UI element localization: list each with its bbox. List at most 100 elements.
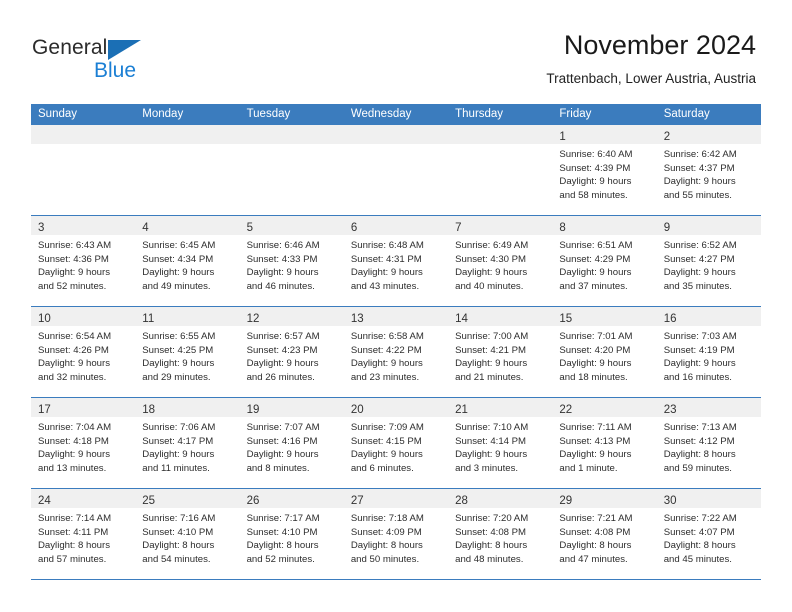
sun-times-block: Sunrise: 6:43 AM Sunset: 4:36 PM Daylight:… <box>31 235 135 293</box>
day-cell-content <box>239 125 344 215</box>
calendar-day-cell[interactable]: 12 Sunrise: 6:57 AM Sunset: 4:23 PM Dayligh… <box>239 306 344 398</box>
calendar-day-cell[interactable]: 30 Sunrise: 7:22 AM Sunset: 4:07 PM Dayligh… <box>656 488 761 580</box>
sun-times-block: Sunrise: 6:55 AM Sunset: 4:25 PM Daylight:… <box>135 326 239 384</box>
calendar-day-cell[interactable]: 3 Sunrise: 6:43 AM Sunset: 4:36 PM Daylight… <box>31 215 136 307</box>
day-number-band: 25 <box>135 489 240 508</box>
day-cell-content: 12 Sunrise: 6:57 AM Sunset: 4:23 PM Dayligh… <box>239 307 344 397</box>
calendar-day-cell[interactable]: 20 Sunrise: 7:09 AM Sunset: 4:15 PM Dayligh… <box>343 397 449 489</box>
calendar-day-cell[interactable]: 24 Sunrise: 7:14 AM Sunset: 4:11 PM Dayligh… <box>31 488 136 580</box>
calendar-day-cell[interactable]: 7 Sunrise: 6:49 AM Sunset: 4:30 PM Daylight… <box>448 215 553 307</box>
day-cell-content: 2 Sunrise: 6:42 AM Sunset: 4:37 PM Daylight… <box>656 125 761 215</box>
day-number-band: 2 <box>656 125 761 144</box>
sun-times-block: Sunrise: 6:57 AM Sunset: 4:23 PM Daylight:… <box>240 326 344 384</box>
daylight-text: and 52 minutes. <box>38 280 107 292</box>
daylight-text: and 16 minutes. <box>663 371 732 383</box>
calendar-day-cell[interactable]: 10 Sunrise: 6:54 AM Sunset: 4:26 PM Dayligh… <box>31 306 136 398</box>
calendar-day-cell[interactable]: 17 Sunrise: 7:04 AM Sunset: 4:18 PM Dayligh… <box>31 397 136 489</box>
daylight-text: Daylight: 8 hours <box>559 540 632 552</box>
sun-times-block: Sunrise: 7:22 AM Sunset: 4:07 PM Daylight:… <box>657 508 761 566</box>
sunset-text: Sunset: 4:27 PM <box>663 253 735 265</box>
daylight-text: and 35 minutes. <box>663 280 732 292</box>
calendar-day-cell[interactable]: 8 Sunrise: 6:51 AM Sunset: 4:29 PM Daylight… <box>552 215 657 307</box>
day-number-band: 18 <box>135 398 240 417</box>
sunrise-text: Sunrise: 6:57 AM <box>246 331 320 342</box>
calendar-day-cell[interactable]: 11 Sunrise: 6:55 AM Sunset: 4:25 PM Dayligh… <box>135 306 240 398</box>
day-number-band: 28 <box>448 489 553 508</box>
daylight-text: Daylight: 9 hours <box>142 358 215 370</box>
day-number-band: 13 <box>343 307 449 326</box>
calendar-day-cell[interactable]: 21 Sunrise: 7:10 AM Sunset: 4:14 PM Dayligh… <box>448 397 553 489</box>
day-cell-content: 29 Sunrise: 7:21 AM Sunset: 4:08 PM Dayligh… <box>552 489 657 579</box>
daylight-text: and 3 minutes. <box>455 462 519 474</box>
calendar-day-cell[interactable]: 5 Sunrise: 6:46 AM Sunset: 4:33 PM Daylight… <box>239 215 344 307</box>
daylight-text: and 55 minutes. <box>663 189 732 201</box>
day-number: 6 <box>350 222 358 234</box>
sunrise-text: Sunrise: 6:45 AM <box>142 240 216 251</box>
calendar-day-cell[interactable]: 25 Sunrise: 7:16 AM Sunset: 4:10 PM Dayligh… <box>135 488 240 580</box>
day-number: 19 <box>246 404 260 416</box>
calendar-day-cell[interactable]: 16 Sunrise: 7:03 AM Sunset: 4:19 PM Dayligh… <box>656 306 761 398</box>
sunrise-text: Sunrise: 6:49 AM <box>455 240 529 251</box>
calendar-day-cell[interactable]: 2 Sunrise: 6:42 AM Sunset: 4:37 PM Daylight… <box>656 125 761 216</box>
sunrise-text: Sunrise: 6:42 AM <box>663 149 737 160</box>
calendar-day-cell[interactable]: 4 Sunrise: 6:45 AM Sunset: 4:34 PM Daylight… <box>135 215 240 307</box>
calendar-day-cell[interactable]: 27 Sunrise: 7:18 AM Sunset: 4:09 PM Dayligh… <box>343 488 449 580</box>
daylight-text: Daylight: 9 hours <box>455 358 528 370</box>
daylight-text: and 43 minutes. <box>350 280 420 292</box>
sunset-text: Sunset: 4:08 PM <box>559 526 631 538</box>
calendar-day-cell[interactable]: 29 Sunrise: 7:21 AM Sunset: 4:08 PM Dayligh… <box>552 488 657 580</box>
calendar-day-cell[interactable]: 6 Sunrise: 6:48 AM Sunset: 4:31 PM Daylight… <box>343 215 449 307</box>
sunrise-text: Sunrise: 7:06 AM <box>142 422 216 433</box>
day-cell-content: 17 Sunrise: 7:04 AM Sunset: 4:18 PM Dayligh… <box>31 398 136 488</box>
sunrise-text: Sunrise: 6:51 AM <box>559 240 633 251</box>
sunset-text: Sunset: 4:20 PM <box>559 344 631 356</box>
day-cell-content: 3 Sunrise: 6:43 AM Sunset: 4:36 PM Daylight… <box>31 216 136 306</box>
calendar-empty-cell <box>448 125 553 216</box>
sun-times-block: Sunrise: 6:42 AM Sunset: 4:37 PM Daylight:… <box>657 144 761 202</box>
sun-times-block: Sunrise: 6:49 AM Sunset: 4:30 PM Daylight:… <box>448 235 552 293</box>
day-cell-content: 15 Sunrise: 7:01 AM Sunset: 4:20 PM Dayligh… <box>552 307 657 397</box>
blue-triangle-icon <box>108 40 141 60</box>
calendar-day-cell[interactable]: 14 Sunrise: 7:00 AM Sunset: 4:21 PM Dayligh… <box>448 306 553 398</box>
sunset-text: Sunset: 4:33 PM <box>246 253 318 265</box>
daylight-text: Daylight: 9 hours <box>38 449 110 461</box>
sunrise-text: Sunrise: 7:22 AM <box>663 513 737 524</box>
daylight-text: Daylight: 9 hours <box>663 267 736 279</box>
calendar-day-cell[interactable]: 22 Sunrise: 7:11 AM Sunset: 4:13 PM Dayligh… <box>552 397 657 489</box>
calendar-day-cell[interactable]: 15 Sunrise: 7:01 AM Sunset: 4:20 PM Dayligh… <box>552 306 657 398</box>
day-number: 21 <box>455 404 468 416</box>
calendar-day-cell[interactable]: 9 Sunrise: 6:52 AM Sunset: 4:27 PM Daylight… <box>656 215 761 307</box>
day-number: 18 <box>142 404 156 416</box>
calendar-day-cell[interactable]: 13 Sunrise: 6:58 AM Sunset: 4:22 PM Dayligh… <box>343 306 449 398</box>
sunrise-text: Sunrise: 7:01 AM <box>559 331 633 342</box>
day-cell-content: 16 Sunrise: 7:03 AM Sunset: 4:19 PM Dayligh… <box>656 307 761 397</box>
sun-times-block: Sunrise: 6:46 AM Sunset: 4:33 PM Daylight:… <box>240 235 344 293</box>
sun-times-block: Sunrise: 6:54 AM Sunset: 4:26 PM Daylight:… <box>31 326 135 384</box>
calendar-day-cell[interactable]: 28 Sunrise: 7:20 AM Sunset: 4:08 PM Dayligh… <box>448 488 553 580</box>
sun-times-block: Sunrise: 7:20 AM Sunset: 4:08 PM Daylight:… <box>448 508 552 566</box>
day-cell-content: 23 Sunrise: 7:13 AM Sunset: 4:12 PM Dayligh… <box>656 398 761 488</box>
day-cell-content: 27 Sunrise: 7:18 AM Sunset: 4:09 PM Dayligh… <box>343 489 449 579</box>
sunrise-text: Sunrise: 7:11 AM <box>559 422 632 433</box>
daylight-text: Daylight: 9 hours <box>246 267 319 279</box>
sunset-text: Sunset: 4:15 PM <box>350 435 422 447</box>
general-blue-logo[interactable]: General Blue <box>32 36 212 84</box>
calendar-week-row: 1 Sunrise: 6:40 AM Sunset: 4:39 PM Daylight… <box>31 125 761 216</box>
calendar-day-cell[interactable]: 18 Sunrise: 7:06 AM Sunset: 4:17 PM Dayligh… <box>135 397 240 489</box>
daylight-text: and 49 minutes. <box>142 280 211 292</box>
sunrise-text: Sunrise: 6:58 AM <box>350 331 424 342</box>
calendar-day-cell[interactable]: 26 Sunrise: 7:17 AM Sunset: 4:10 PM Dayligh… <box>239 488 344 580</box>
sun-times-block: Sunrise: 7:06 AM Sunset: 4:17 PM Daylight:… <box>135 417 239 475</box>
sunset-text: Sunset: 4:07 PM <box>663 526 735 538</box>
calendar-day-cell[interactable]: 19 Sunrise: 7:07 AM Sunset: 4:16 PM Dayligh… <box>239 397 344 489</box>
sun-times-block: Sunrise: 6:48 AM Sunset: 4:31 PM Daylight:… <box>344 235 448 293</box>
calendar-empty-cell <box>239 125 344 216</box>
daylight-text: Daylight: 8 hours <box>455 540 528 552</box>
sunset-text: Sunset: 4:31 PM <box>350 253 422 265</box>
logo-text-general: General <box>32 36 108 59</box>
sun-times-block: Sunrise: 7:00 AM Sunset: 4:21 PM Daylight:… <box>448 326 552 384</box>
sun-times-block: Sunrise: 7:04 AM Sunset: 4:18 PM Daylight:… <box>31 417 135 475</box>
calendar-day-cell[interactable]: 1 Sunrise: 6:40 AM Sunset: 4:39 PM Daylight… <box>552 125 657 216</box>
day-cell-content: 8 Sunrise: 6:51 AM Sunset: 4:29 PM Daylight… <box>552 216 657 306</box>
calendar-day-cell[interactable]: 23 Sunrise: 7:13 AM Sunset: 4:12 PM Dayligh… <box>656 397 761 489</box>
